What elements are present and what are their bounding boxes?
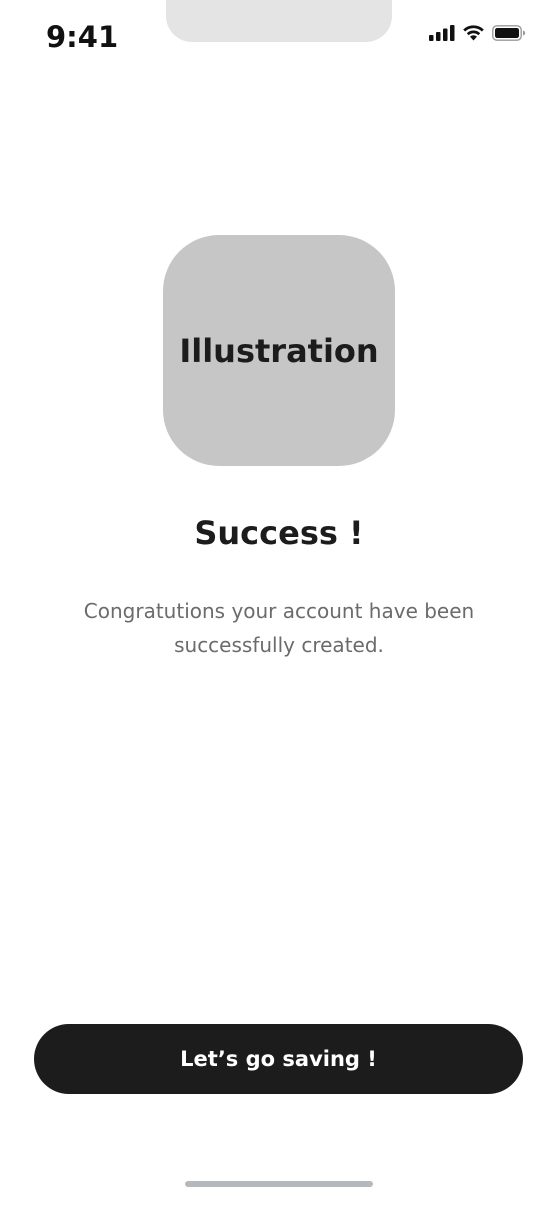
illustration-placeholder: Illustration: [163, 235, 395, 466]
success-message: Congratutions your account have been suc…: [83, 599, 475, 657]
lets-go-saving-label: Let’s go saving !: [180, 1047, 377, 1071]
success-title: Success !: [194, 514, 364, 552]
wifi-icon: [462, 24, 485, 41]
lets-go-saving-button[interactable]: Let’s go saving !: [34, 1024, 523, 1094]
device-notch: [166, 0, 392, 42]
status-icons: [429, 24, 526, 41]
home-indicator: [185, 1181, 373, 1187]
battery-icon: [492, 24, 526, 41]
cellular-signal-icon: [429, 24, 455, 41]
illustration-label: Illustration: [179, 331, 379, 370]
status-time: 9:41: [46, 20, 119, 54]
status-bar: 9:41: [0, 0, 558, 70]
